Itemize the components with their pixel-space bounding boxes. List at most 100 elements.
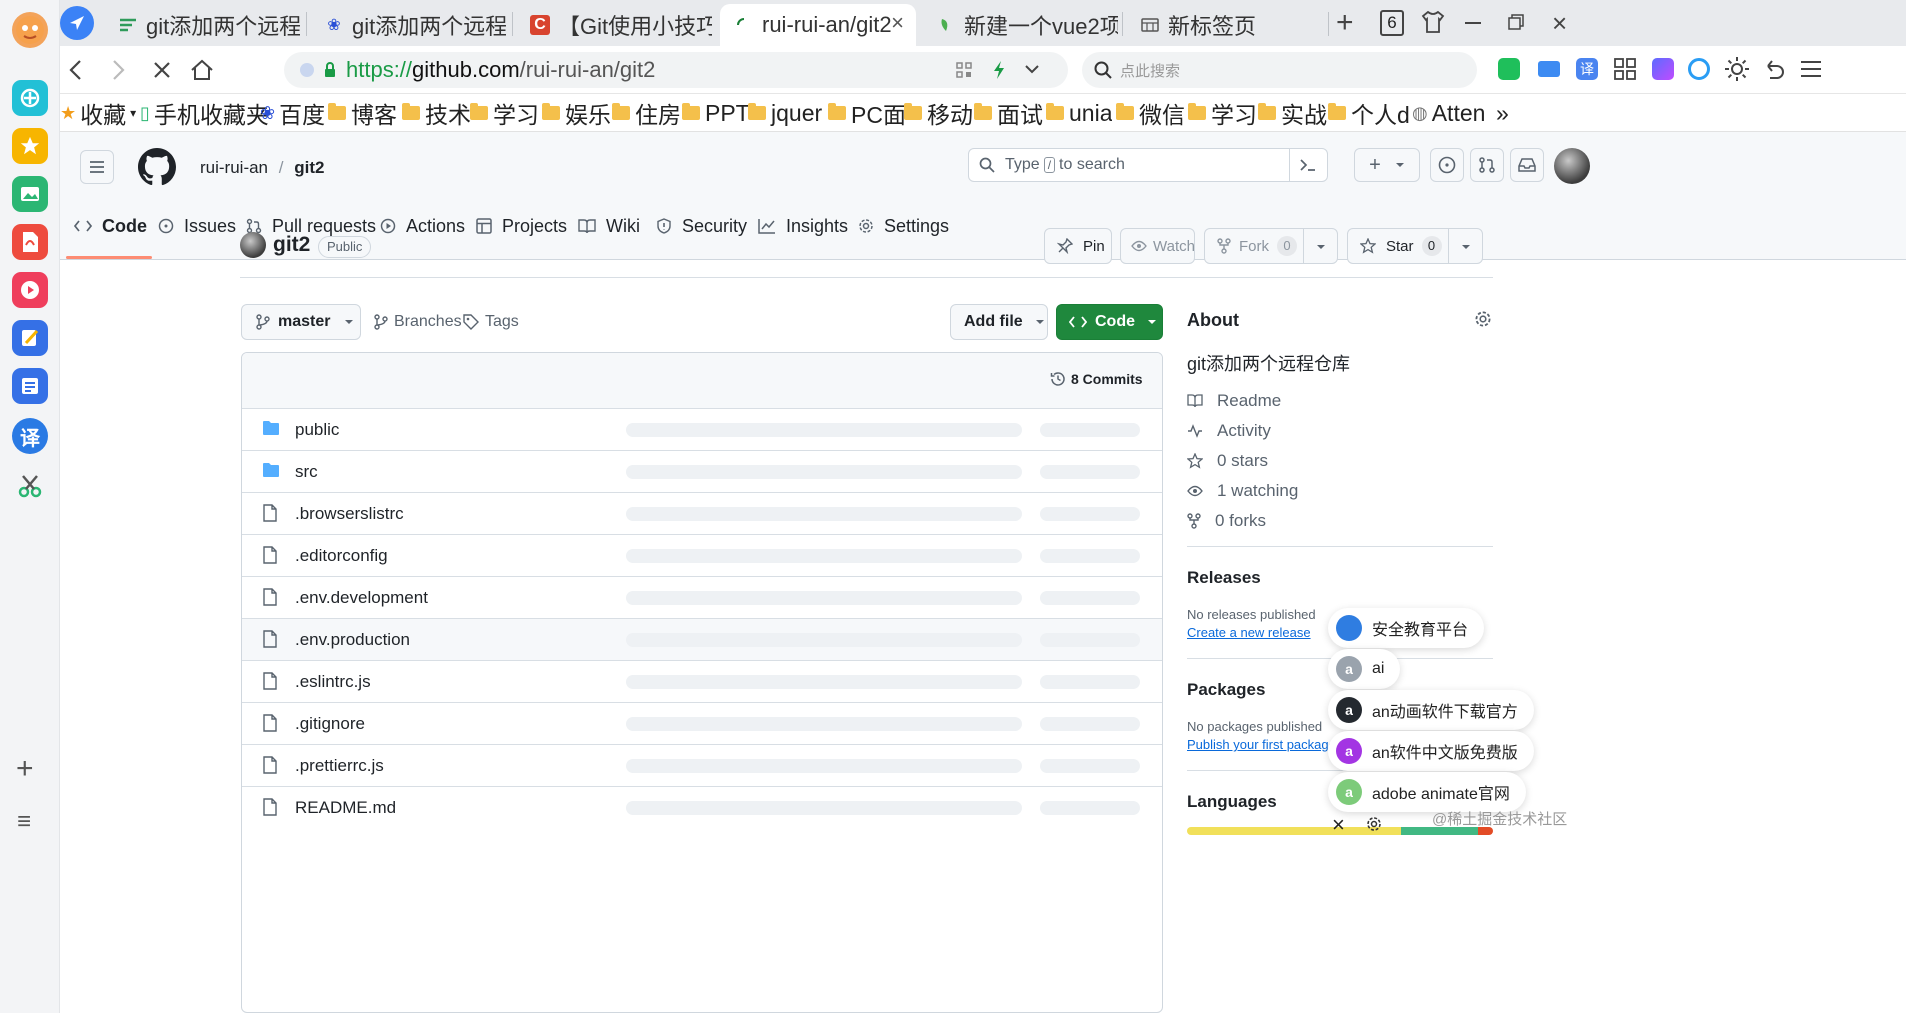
tab-5[interactable]: 新建一个vue2项 <box>922 4 1118 46</box>
suggestions-close-icon[interactable]: × <box>1332 812 1345 838</box>
doc-ai-icon[interactable] <box>12 368 48 404</box>
translate-icon[interactable]: 译 <box>12 418 48 454</box>
bookmark-item[interactable]: 学习 <box>1188 98 1257 128</box>
file-row[interactable]: .gitignore <box>242 702 1162 744</box>
tab-2[interactable]: ❀ git添加两个远程 <box>310 4 506 46</box>
branch-selector[interactable]: master <box>241 304 361 340</box>
file-name[interactable]: README.md <box>295 798 396 818</box>
command-palette-icon[interactable] <box>1299 157 1317 173</box>
bookmark-item[interactable]: ★ 收藏 ▾ <box>60 98 136 128</box>
file-name[interactable]: .browserslistrc <box>295 504 404 524</box>
file-name[interactable]: .env.production <box>295 630 410 650</box>
repo-name[interactable]: git2 <box>273 233 310 257</box>
bookmark-item[interactable]: 学习 <box>470 98 539 128</box>
watching-link[interactable]: 1 watching <box>1187 478 1298 504</box>
bookmark-item[interactable]: 面试 <box>974 98 1043 128</box>
star-icon[interactable] <box>12 128 48 164</box>
bookmark-item[interactable]: 个人d <box>1328 98 1410 128</box>
stop-icon[interactable] <box>146 54 178 86</box>
bookmark-item[interactable]: 住房 <box>612 98 681 128</box>
commits-link[interactable]: 8 Commits <box>1050 371 1143 387</box>
user-avatar[interactable] <box>1554 148 1590 184</box>
search-suggestion[interactable]: a ai <box>1328 649 1401 689</box>
file-name[interactable]: .editorconfig <box>295 546 388 566</box>
activity-link[interactable]: Activity <box>1187 418 1271 444</box>
image-ai-icon[interactable] <box>12 176 48 212</box>
packages-title[interactable]: Packages <box>1187 680 1265 700</box>
address-bar[interactable]: https:// github.com /rui-rui-an/git2 <box>284 52 1068 88</box>
tab-6[interactable]: 新标签页 <box>1126 4 1322 46</box>
tags-link[interactable]: Tags <box>463 310 519 334</box>
watch-button[interactable]: Watch <box>1120 228 1195 264</box>
ai-icon[interactable] <box>1652 58 1674 80</box>
file-row[interactable]: public <box>242 408 1162 450</box>
create-new-button[interactable]: + <box>1354 148 1420 182</box>
bookmark-item[interactable]: 微信 <box>1116 98 1185 128</box>
edit-ai-icon[interactable] <box>12 320 48 356</box>
home-icon[interactable] <box>186 54 218 86</box>
qr-icon[interactable] <box>956 62 972 78</box>
bookmark-item[interactable]: unia <box>1046 98 1112 128</box>
chevron-down-icon[interactable] <box>1461 244 1471 250</box>
bookmark-item[interactable]: 移动 <box>904 98 973 128</box>
file-row[interactable]: .env.development <box>242 576 1162 618</box>
file-name[interactable]: public <box>295 420 339 440</box>
pull-requests-icon[interactable] <box>1470 148 1504 182</box>
tab-3[interactable]: C 【Git使用小技巧 <box>516 4 712 46</box>
file-name[interactable]: .eslintrc.js <box>295 672 371 692</box>
file-name[interactable]: .env.development <box>295 588 428 608</box>
new-tab-button[interactable]: + <box>1336 6 1354 40</box>
forward-icon[interactable] <box>102 54 134 86</box>
sidebar-menu-button[interactable]: ≡ <box>17 808 31 836</box>
plugin-icon[interactable] <box>12 80 48 116</box>
search-suggestion[interactable]: a adobe animate官网 <box>1328 772 1526 812</box>
search-suggestion[interactable]: 安全教育平台 <box>1328 608 1485 648</box>
forks-link[interactable]: 0 forks <box>1187 508 1266 534</box>
mail-icon[interactable] <box>1538 61 1560 77</box>
file-name[interactable]: .prettierrc.js <box>295 756 384 776</box>
tab-projects[interactable]: Projects <box>476 208 567 244</box>
stars-link[interactable]: 0 stars <box>1187 448 1268 474</box>
tab-insights[interactable]: Insights <box>758 208 848 244</box>
scissors-icon[interactable] <box>12 468 48 504</box>
releases-title[interactable]: Releases <box>1187 568 1261 588</box>
file-name[interactable]: .gitignore <box>295 714 365 734</box>
translate-toolbar-icon[interactable]: 译 <box>1576 58 1598 80</box>
search-suggestion[interactable]: a an动画软件下载官方 <box>1328 690 1534 730</box>
breadcrumb-repo[interactable]: git2 <box>294 158 324 177</box>
bookmark-item[interactable]: jquer <box>748 98 822 128</box>
branches-link[interactable]: Branches <box>374 310 462 334</box>
github-search-input[interactable]: Type / to search <box>968 148 1328 182</box>
shirt-icon[interactable] <box>1420 10 1446 34</box>
tab-security[interactable]: Security <box>656 208 747 244</box>
bookmarks-more-button[interactable]: » <box>1496 98 1509 128</box>
github-logo-icon[interactable] <box>138 148 176 186</box>
bookmark-item[interactable]: PPT <box>682 98 750 128</box>
tab-active[interactable]: rui-rui-an/git2 × <box>720 4 916 46</box>
file-row[interactable]: .prettierrc.js <box>242 744 1162 786</box>
bookmark-item[interactable]: ❀ 百度 <box>260 98 325 128</box>
chat-icon[interactable] <box>1498 58 1520 80</box>
pin-button[interactable]: Pin <box>1044 228 1112 264</box>
code-dropdown-button[interactable]: Code <box>1056 304 1163 340</box>
search-suggestion[interactable]: a an软件中文版免费版 <box>1328 731 1534 771</box>
back-icon[interactable] <box>60 54 92 86</box>
menu-icon[interactable] <box>1800 60 1822 78</box>
issues-icon[interactable] <box>1430 148 1464 182</box>
chevron-down-icon[interactable] <box>1024 64 1040 74</box>
bookmark-item[interactable]: 技术 <box>402 98 471 128</box>
browser-search-input[interactable]: 点此搜索 <box>1082 52 1477 88</box>
readme-link[interactable]: Readme <box>1187 388 1281 414</box>
file-row[interactable]: .editorconfig <box>242 534 1162 576</box>
lightning-icon[interactable] <box>992 60 1006 80</box>
publish-package-link[interactable]: Publish your first package <box>1187 737 1336 752</box>
bookmark-item[interactable]: ▯ 手机收藏夹 <box>140 98 269 128</box>
file-row[interactable]: src <box>242 450 1162 492</box>
apps-grid-icon[interactable] <box>1614 58 1636 80</box>
star-button[interactable]: Star 0 <box>1347 228 1483 264</box>
tab-settings[interactable]: Settings <box>858 208 949 244</box>
hamburger-menu-icon[interactable] <box>80 150 114 184</box>
file-name[interactable]: src <box>295 462 318 482</box>
tab-1[interactable]: git添加两个远程 <box>104 4 300 46</box>
tab-close-button[interactable]: × <box>891 10 904 36</box>
